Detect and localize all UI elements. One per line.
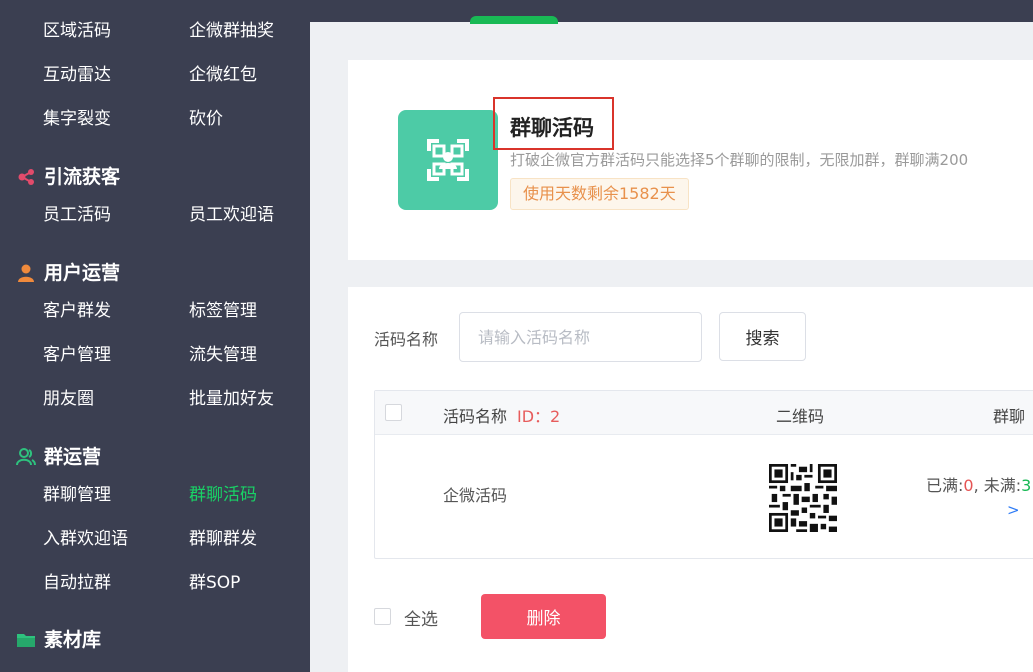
- row-name: 企微活码: [443, 486, 508, 505]
- sidebar-item-group-welcome[interactable]: 入群欢迎语: [43, 528, 128, 550]
- column-name-label: 活码名称: [443, 407, 508, 426]
- sidebar-item-tag-manage[interactable]: 标签管理: [189, 300, 257, 322]
- full-label: 已满:: [926, 476, 964, 495]
- sidebar-item-radar[interactable]: 互动雷达: [43, 64, 111, 86]
- sidebar-item-group-live-code[interactable]: 群聊活码: [189, 484, 257, 506]
- section-title-label: 用户运营: [44, 262, 121, 284]
- select-all-label[interactable]: 全选: [404, 605, 438, 630]
- live-code-list-card: 活码名称 搜索 活码名称 ID：2 二维码 群聊 企微活码: [348, 287, 1033, 672]
- sidebar-item-churn-manage[interactable]: 流失管理: [189, 344, 257, 366]
- page-title: 群聊活码: [510, 116, 594, 140]
- section-title-traffic: 引流获客: [16, 165, 120, 189]
- remaining-days-badge: 使用天数剩余1582天: [510, 178, 689, 210]
- section-title-group-ops: 群运营: [16, 445, 101, 469]
- sidebar-item-customer-broadcast[interactable]: 客户群发: [43, 300, 111, 322]
- group-status: 已满:0, 未满:3: [926, 472, 1031, 496]
- column-header-name: 活码名称 ID：2: [443, 403, 560, 427]
- group-icon: [16, 447, 36, 467]
- sidebar-item-staff-code[interactable]: 员工活码: [43, 204, 111, 226]
- top-tab-indicator: [470, 16, 558, 24]
- column-id-label: ID：2: [517, 407, 561, 426]
- sidebar-item-region-code[interactable]: 区域活码: [43, 20, 111, 42]
- sidebar-item-collect-words[interactable]: 集字裂变: [43, 108, 111, 130]
- delete-button[interactable]: 删除: [481, 594, 606, 639]
- search-input[interactable]: [459, 312, 702, 362]
- sidebar-item-group-manage[interactable]: 群聊管理: [43, 484, 111, 506]
- qr-scan-icon: [398, 110, 498, 210]
- not-full-label: , 未满:: [973, 476, 1022, 495]
- sidebar-item-group-lottery[interactable]: 企微群抽奖: [189, 20, 274, 42]
- section-title-label: 引流获客: [44, 166, 121, 188]
- live-code-table: 活码名称 ID：2 二维码 群聊 企微活码 已满:0, 未满:3 >: [374, 390, 1033, 559]
- sidebar-item-batch-add-friends[interactable]: 批量加好友: [189, 388, 274, 410]
- app-header-card: 群聊活码 打破企微官方群活码只能选择5个群聊的限制，无限加群，群聊满200 使用…: [348, 60, 1033, 260]
- full-count: 0: [963, 476, 974, 495]
- sidebar-item-customer-manage[interactable]: 客户管理: [43, 344, 111, 366]
- sidebar: 区域活码 企微群抽奖 互动雷达 企微红包 集字裂变 砍价 引流获客 员工活码 员…: [0, 0, 310, 672]
- sidebar-item-group-broadcast[interactable]: 群聊群发: [189, 528, 257, 550]
- section-title-label: 素材库: [44, 629, 102, 651]
- table-header: 活码名称 ID：2 二维码 群聊: [375, 391, 1033, 435]
- section-title-user-ops: 用户运营: [16, 261, 120, 285]
- group-detail-link[interactable]: >: [1007, 501, 1020, 519]
- sidebar-item-bargain[interactable]: 砍价: [189, 108, 223, 130]
- user-icon: [16, 263, 36, 283]
- sidebar-item-moments[interactable]: 朋友圈: [43, 388, 94, 410]
- section-title-material: 素材库: [16, 628, 101, 652]
- sidebar-item-red-packet[interactable]: 企微红包: [189, 64, 257, 86]
- section-title-label: 群运营: [44, 446, 102, 468]
- sidebar-item-group-sop[interactable]: 群SOP: [189, 572, 240, 594]
- header-checkbox[interactable]: [385, 404, 402, 421]
- page-description: 打破企微官方群活码只能选择5个群聊的限制，无限加群，群聊满200: [510, 151, 969, 169]
- sidebar-item-auto-pull-group[interactable]: 自动拉群: [43, 572, 111, 594]
- folder-icon: [16, 630, 36, 650]
- qr-code-image[interactable]: [769, 464, 837, 532]
- filter-name-label: 活码名称: [374, 330, 439, 349]
- select-all-checkbox[interactable]: [374, 608, 391, 625]
- column-header-qr: 二维码: [776, 407, 825, 426]
- sidebar-item-staff-welcome[interactable]: 员工欢迎语: [189, 204, 274, 226]
- search-button[interactable]: 搜索: [719, 312, 806, 361]
- share-icon: [16, 167, 36, 187]
- not-full-count: 3: [1021, 476, 1032, 495]
- column-header-group: 群聊: [993, 407, 1026, 426]
